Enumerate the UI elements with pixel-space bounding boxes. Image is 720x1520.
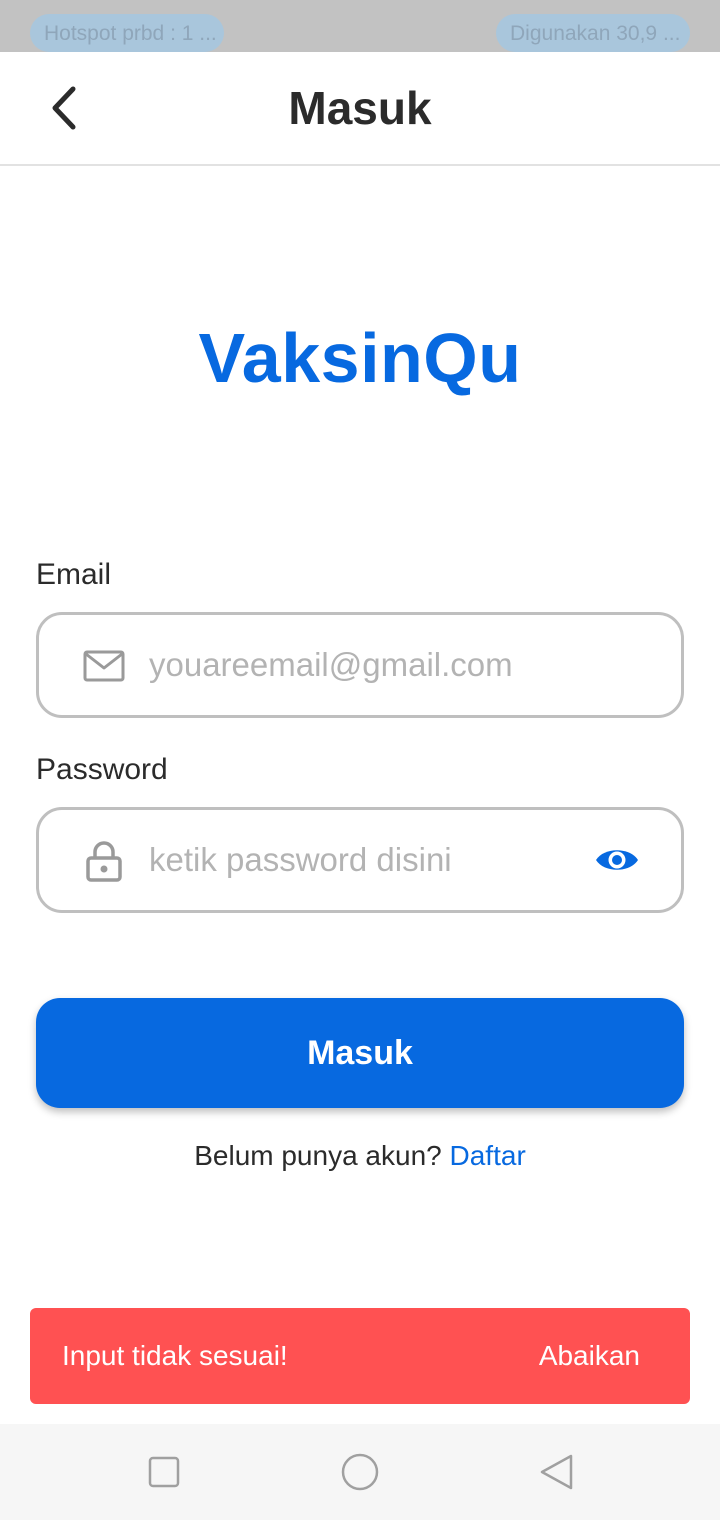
data-usage-status-pill[interactable]: Digunakan 30,9 ... — [496, 14, 690, 52]
login-button[interactable]: Masuk — [36, 998, 684, 1108]
register-link[interactable]: Daftar — [450, 1140, 526, 1171]
password-input[interactable] — [149, 828, 589, 892]
eye-icon — [596, 850, 638, 870]
email-input[interactable] — [149, 633, 589, 697]
error-snackbar: Input tidak sesuai! Abaikan — [30, 1308, 690, 1404]
system-back-button[interactable] — [532, 1448, 580, 1496]
register-prompt-text: Belum punya akun? — [194, 1140, 442, 1171]
lock-icon — [81, 838, 127, 884]
email-label: Email — [36, 558, 112, 591]
password-field-container[interactable] — [36, 807, 684, 913]
toggle-password-visibility-button[interactable] — [591, 836, 643, 884]
page-title: Masuk — [288, 82, 432, 134]
email-field-container[interactable] — [36, 612, 684, 718]
snackbar-message: Input tidak sesuai! — [62, 1340, 288, 1371]
home-button[interactable] — [336, 1448, 384, 1496]
system-navigation-bar — [0, 1424, 720, 1520]
hotspot-status-pill[interactable]: Hotspot prbd : 1 ... — [30, 14, 224, 52]
register-prompt-row: Belum punya akun? Daftar — [0, 1136, 720, 1176]
status-bar: Hotspot prbd : 1 ... Digunakan 30,9 ... — [0, 0, 720, 52]
password-label: Password — [36, 753, 168, 786]
mail-icon — [81, 643, 127, 689]
dismiss-snackbar-button[interactable]: Abaikan — [539, 1336, 640, 1376]
recents-button[interactable] — [140, 1448, 188, 1496]
square-icon — [148, 1456, 180, 1488]
app-header: Masuk — [0, 52, 720, 166]
circle-icon — [341, 1453, 379, 1491]
triangle-back-icon — [540, 1454, 573, 1490]
app-logo-text: VaksinQu — [198, 319, 522, 397]
